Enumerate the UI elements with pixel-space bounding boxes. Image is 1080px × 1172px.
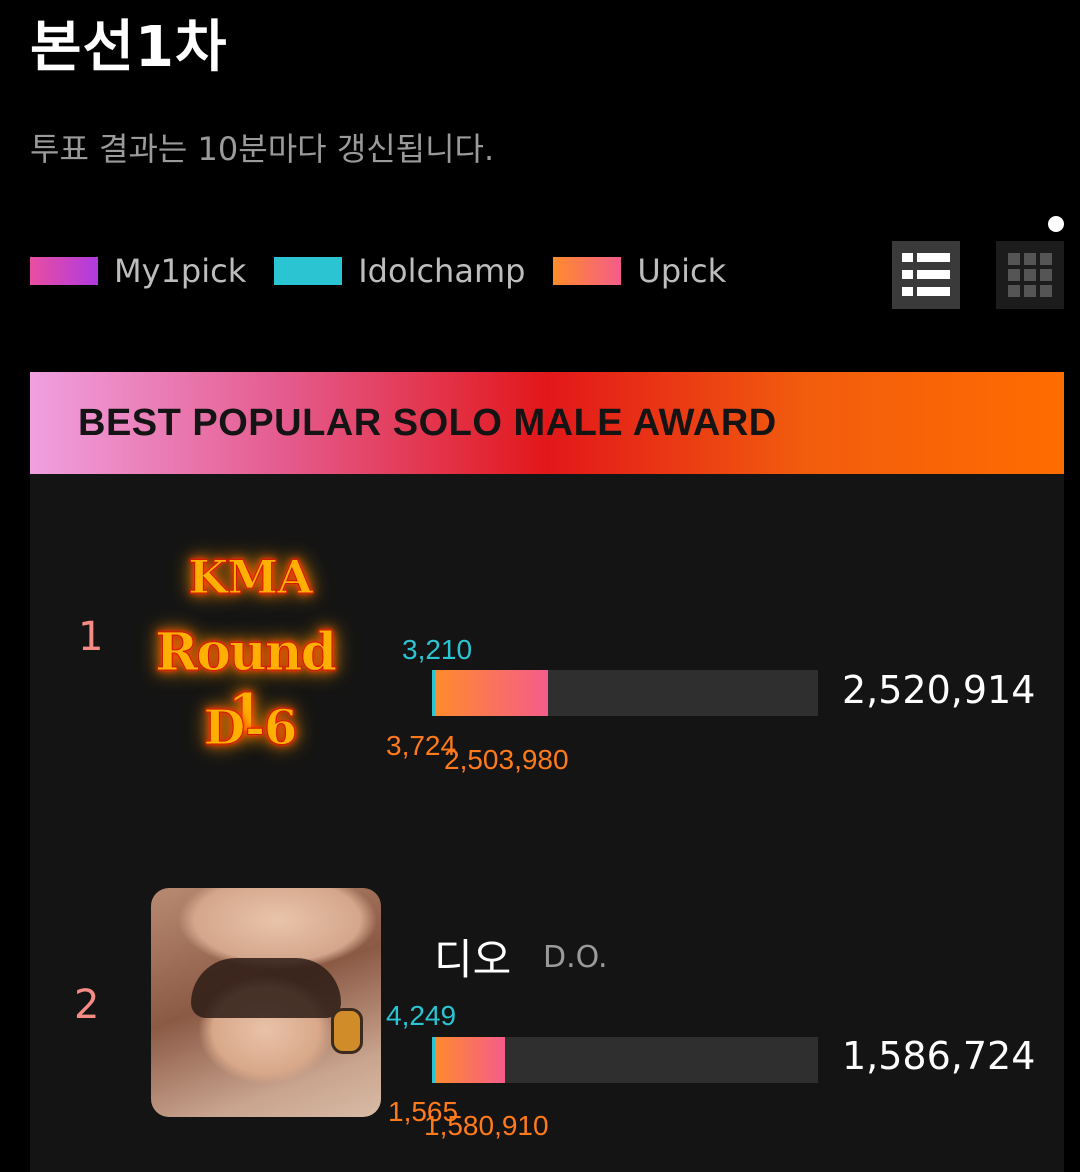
photo-hair	[191, 958, 341, 1018]
legend-item-idolchamp: Idolchamp	[274, 252, 525, 290]
total-votes: 1,586,724	[842, 1034, 1036, 1078]
legend-swatch-upick	[553, 257, 622, 285]
legend-swatch-my1pick	[30, 257, 98, 285]
award-title: BEST POPULAR SOLO MALE AWARD	[78, 402, 777, 444]
legend-item-my1pick: My1pick	[30, 252, 246, 290]
page-title: 본선1차	[30, 15, 228, 80]
grid-view-icon	[1008, 253, 1052, 297]
legend-item-upick: Upick	[553, 252, 726, 290]
total-votes: 2,520,914	[842, 668, 1036, 712]
idolchamp-votes: 3,210	[402, 634, 473, 665]
photo-headphone	[331, 1008, 363, 1054]
vote-bar-fill	[432, 1037, 506, 1083]
idolchamp-votes: 4,249	[386, 1000, 457, 1031]
artist-photo[interactable]	[151, 888, 381, 1117]
rank-number: 1	[78, 614, 104, 660]
list-view-icon	[902, 253, 950, 296]
vote-bar-idolchamp	[432, 670, 435, 716]
grid-view-button[interactable]	[996, 241, 1064, 309]
artist-name-english: D.O.	[543, 940, 608, 975]
overlay-text: D-6	[203, 700, 298, 757]
indicator-dot	[1048, 216, 1064, 232]
legend-label: Upick	[637, 252, 727, 290]
legend: My1pick Idolchamp Upick	[30, 248, 754, 294]
vote-bar-track	[432, 1037, 818, 1083]
refresh-notice: 투표 결과는 10분마다 갱신됩니다.	[30, 130, 495, 168]
upick-votes: 2,503,980	[444, 744, 569, 775]
legend-label: My1pick	[114, 252, 247, 290]
overlay-text: KMA	[188, 550, 314, 605]
vote-bar-track	[432, 670, 818, 716]
upick-votes: 1,580,910	[424, 1110, 549, 1141]
vote-bar-fill	[432, 670, 548, 716]
legend-label: Idolchamp	[358, 252, 526, 290]
legend-swatch-idolchamp	[274, 257, 343, 285]
artist-name-korean: 디오	[434, 935, 512, 984]
vote-bar-idolchamp	[432, 1037, 435, 1083]
award-header: BEST POPULAR SOLO MALE AWARD	[30, 372, 1064, 474]
list-view-button[interactable]	[892, 241, 960, 309]
rank-number: 2	[74, 982, 100, 1028]
